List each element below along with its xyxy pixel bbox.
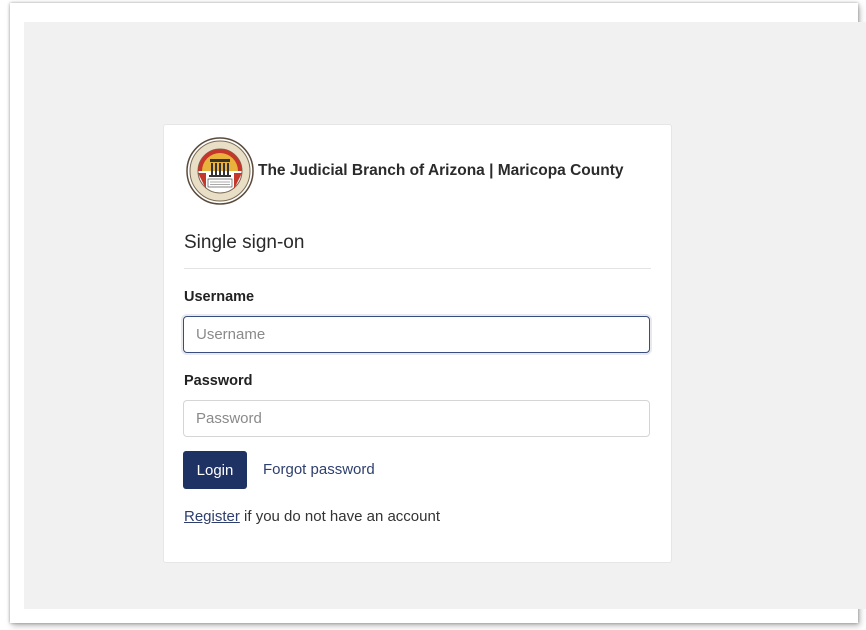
forgot-password-link[interactable]: Forgot password [263,461,375,478]
password-input[interactable] [183,400,650,437]
username-label: Username [184,289,255,305]
brand-title: The Judicial Branch of Arizona | Maricop… [258,162,624,179]
page-title: Single sign-on [184,232,305,253]
login-card: The Judicial Branch of Arizona | Maricop… [163,124,672,563]
divider [184,268,651,269]
login-button[interactable]: Login [183,451,247,489]
register-link[interactable]: Register [184,508,240,525]
username-input[interactable] [183,316,650,353]
register-prompt: Register if you do not have an account [184,508,440,525]
register-suffix: if you do not have an account [239,508,441,525]
court-seal-icon [186,137,254,205]
password-label: Password [184,373,253,389]
brand-header: The Judicial Branch of Arizona | Maricop… [186,136,623,206]
